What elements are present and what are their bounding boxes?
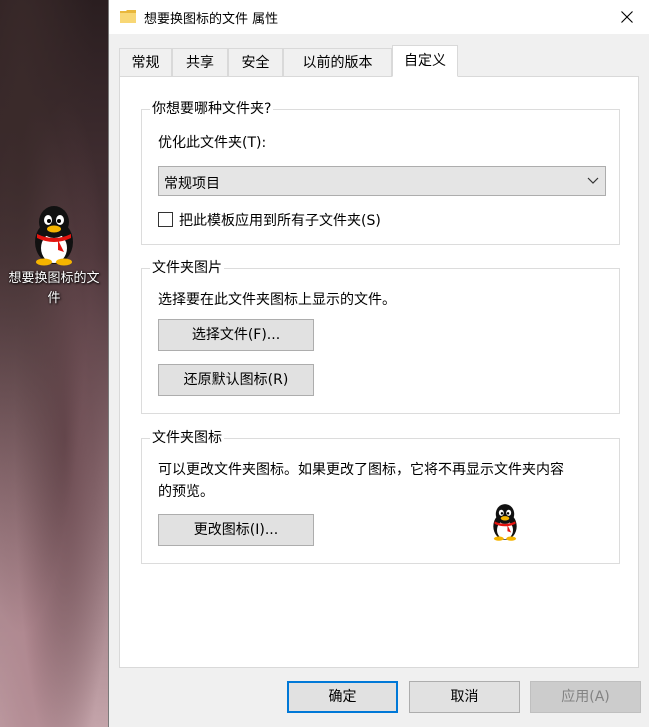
folder-icon xyxy=(120,10,136,23)
folder-icon-group: 文件夹图标 可以更改文件夹图标。如果更改了图标，它将不再显示文件夹内容 的预览。… xyxy=(141,429,620,564)
change-icon-button[interactable]: 更改图标(I)... xyxy=(158,514,314,546)
desktop-icon-label: 想要换图标的文件 xyxy=(8,271,100,306)
folder-type-select[interactable]: 常规项目 xyxy=(158,166,606,196)
close-button[interactable] xyxy=(605,0,649,34)
apply-subfolders-label[interactable]: 把此模板应用到所有子文件夹(S) xyxy=(179,210,381,230)
folder-picture-group: 文件夹图片 选择要在此文件夹图标上显示的文件。 选择文件(F)... 还原默认图… xyxy=(141,259,620,414)
dialog-button-bar: 确定 取消 应用(A) xyxy=(109,668,649,727)
chevron-down-icon xyxy=(587,177,599,184)
folder-picture-legend: 文件夹图片 xyxy=(150,259,224,277)
title-bar[interactable]: 想要换图标的文件 属性 xyxy=(109,0,649,34)
close-icon xyxy=(621,11,633,23)
apply-button[interactable]: 应用(A) xyxy=(530,681,641,713)
apply-subfolders-checkbox[interactable] xyxy=(158,212,173,227)
tab-customize[interactable]: 自定义 xyxy=(392,45,458,77)
restore-default-button[interactable]: 还原默认图标(R) xyxy=(158,364,314,396)
cancel-button[interactable]: 取消 xyxy=(409,681,520,713)
properties-dialog: 想要换图标的文件 属性 常规 共享 安全 以前的版本 自定义 你想要哪种文件夹?… xyxy=(108,0,649,727)
window-title: 想要换图标的文件 属性 xyxy=(144,12,279,27)
ok-button[interactable]: 确定 xyxy=(287,681,398,713)
folder-type-selected: 常规项目 xyxy=(164,176,220,192)
folder-icon-description-line1: 可以更改文件夹图标。如果更改了图标，它将不再显示文件夹内容 xyxy=(158,462,564,478)
folder-picture-description: 选择要在此文件夹图标上显示的文件。 xyxy=(158,292,396,308)
desktop-background: 想要换图标的文件 xyxy=(0,0,108,727)
folder-icon-description-line2: 的预览。 xyxy=(158,484,214,500)
folder-icon-legend: 文件夹图标 xyxy=(150,429,224,447)
tab-sharing[interactable]: 共享 xyxy=(172,48,228,76)
choose-file-button[interactable]: 选择文件(F)... xyxy=(158,319,314,351)
folder-type-legend: 你想要哪种文件夹? xyxy=(150,100,274,118)
desktop-icon-file[interactable]: 想要换图标的文件 xyxy=(4,204,104,309)
qq-penguin-icon xyxy=(493,504,517,541)
tab-general[interactable]: 常规 xyxy=(119,48,172,76)
optimize-label: 优化此文件夹(T): xyxy=(158,135,267,151)
tab-previous-versions[interactable]: 以前的版本 xyxy=(283,48,392,76)
tab-security[interactable]: 安全 xyxy=(228,48,283,76)
customize-panel: 你想要哪种文件夹? 优化此文件夹(T): 常规项目 把此模板应用到所有子文件夹(… xyxy=(119,76,639,668)
qq-penguin-icon xyxy=(35,206,73,266)
folder-type-group: 你想要哪种文件夹? 优化此文件夹(T): 常规项目 把此模板应用到所有子文件夹(… xyxy=(141,100,620,245)
